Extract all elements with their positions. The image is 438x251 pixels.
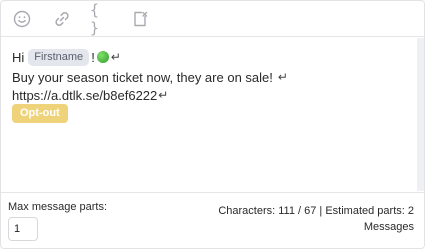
messages-text: Messages [363, 221, 414, 233]
max-message-parts-input[interactable] [8, 217, 38, 241]
variable-braces-icon: { } [90, 1, 101, 37]
max-message-parts-label: Max message parts: [8, 201, 108, 213]
line-break-icon: ↵ [158, 88, 169, 102]
greeting-text: Hi [12, 49, 25, 65]
exclamation-text: ! [91, 49, 95, 65]
green-circle-emoji-icon [96, 51, 109, 63]
line-break-icon: ↵ [110, 50, 121, 64]
clear-formatting-button[interactable] [129, 8, 151, 30]
short-link-text: https://a.dtlk.se/b8ef6222 [12, 87, 158, 103]
line-break-icon: ↵ [277, 70, 288, 84]
editor-scrollbar[interactable] [417, 38, 424, 191]
message-line-3: https://a.dtlk.se/b8ef6222 ↵ [12, 86, 168, 104]
clear-format-icon [134, 11, 148, 27]
character-count-info: Characters: 111 / 67 | Estimated parts: … [218, 203, 414, 235]
emoji-button[interactable] [11, 8, 33, 30]
editor-toolbar: { } [1, 1, 424, 37]
promo-text: Buy your season ticket now, they are on … [12, 69, 273, 85]
firstname-placeholder-tag[interactable]: Firstname [28, 48, 90, 66]
link-icon [55, 12, 69, 26]
message-line-1: Hi Firstname ! ↵ [12, 48, 121, 66]
characters-estimate-text: Characters: 111 / 67 | Estimated parts: … [218, 205, 414, 217]
message-line-2: Buy your season ticket now, they are on … [12, 68, 288, 86]
insert-variable-button[interactable]: { } [90, 1, 112, 37]
emoji-icon [13, 10, 31, 28]
insert-link-button[interactable] [51, 8, 73, 30]
opt-out-tag[interactable]: Opt-out [12, 104, 68, 123]
